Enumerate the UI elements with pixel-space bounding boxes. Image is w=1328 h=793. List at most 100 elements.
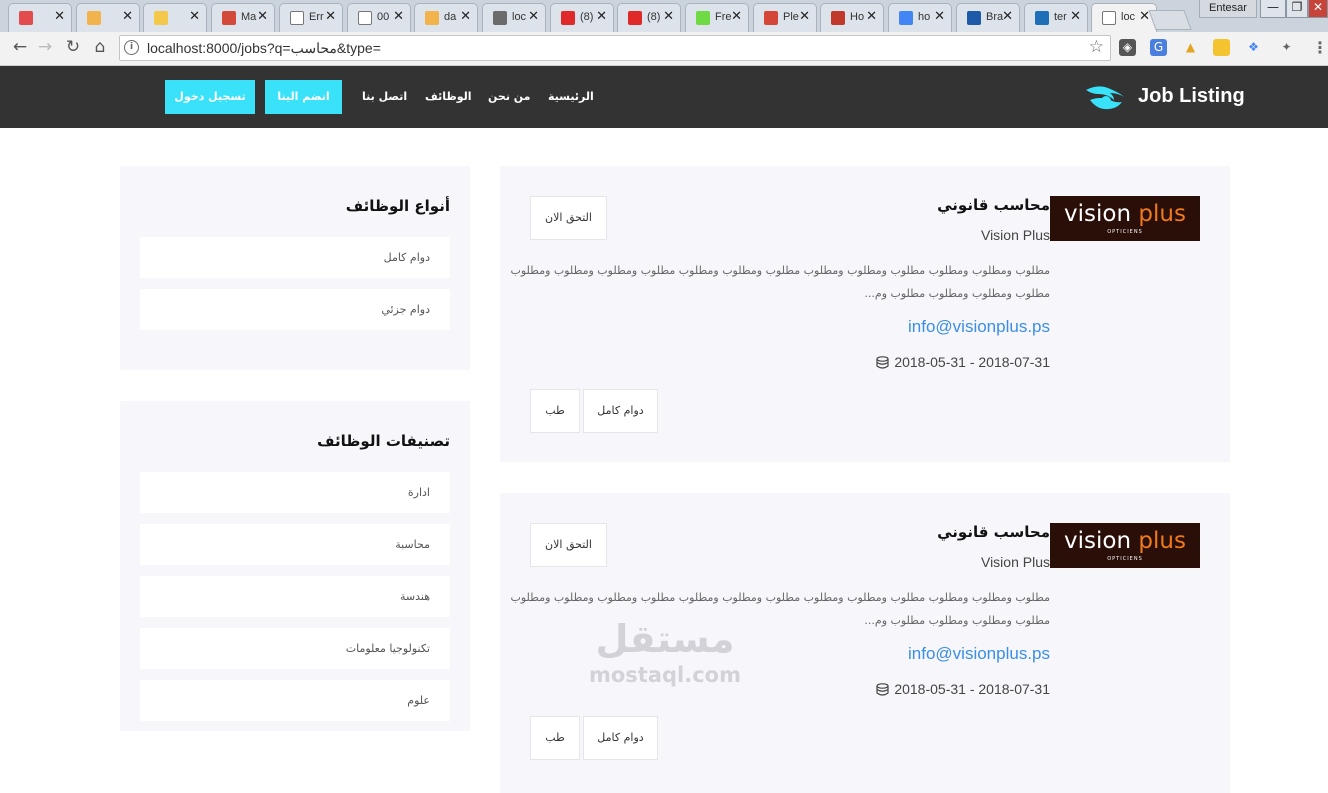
browser-tab[interactable]: ✕ — [143, 3, 207, 32]
browser-tab[interactable]: loc ✕ — [1091, 3, 1157, 32]
category-science[interactable]: علوم — [140, 680, 450, 721]
job-dates: 2018-05-31 - 2018-07-31 — [876, 354, 1050, 370]
browser-tab[interactable]: Err ✕ — [279, 3, 343, 32]
company-logo: vision plus OPTICIENS — [1050, 523, 1200, 568]
job-types-panel: أنواع الوظائف دوام كامل دوام جزئي — [120, 166, 470, 370]
notes-extension-icon[interactable] — [1213, 39, 1230, 56]
job-dates-text: 2018-05-31 - 2018-07-31 — [894, 681, 1050, 697]
browser-tab[interactable]: (8) ✕ — [550, 3, 614, 32]
job-tag-type[interactable]: دوام كامل — [583, 389, 658, 433]
back-button[interactable]: ← — [8, 35, 32, 59]
youtube-icon — [628, 11, 642, 25]
bootstrap-icon — [493, 11, 507, 25]
close-tab-icon[interactable]: ✕ — [257, 9, 268, 24]
login-button[interactable]: تسجيل دخول — [165, 80, 255, 114]
job-type-full-time[interactable]: دوام كامل — [140, 237, 450, 278]
brand-logo[interactable]: Job Listing — [1084, 82, 1254, 112]
job-title[interactable]: محاسب قانوني — [937, 523, 1050, 541]
company-name: Vision Plus — [980, 227, 1050, 243]
close-tab-icon[interactable]: ✕ — [1070, 9, 1081, 24]
nav-jobs[interactable]: الوظائف — [425, 90, 472, 103]
close-tab-icon[interactable]: ✕ — [122, 9, 133, 24]
close-tab-icon[interactable]: ✕ — [528, 9, 539, 24]
translate-extension-icon[interactable]: G — [1150, 39, 1167, 56]
close-tab-icon[interactable]: ✕ — [393, 9, 404, 24]
minimize-button[interactable]: — — [1260, 0, 1286, 18]
extension-shield-icon[interactable]: ◈ — [1119, 39, 1136, 56]
browser-tab[interactable]: ter ✕ — [1024, 3, 1088, 32]
job-tag-category[interactable]: طب — [530, 716, 580, 760]
close-tab-icon[interactable]: ✕ — [54, 9, 65, 24]
browser-tab[interactable]: da ✕ — [414, 3, 478, 32]
close-tab-icon[interactable]: ✕ — [596, 9, 607, 24]
company-email-link[interactable]: info@visionplus.ps — [908, 644, 1050, 664]
browser-tab[interactable]: ✕ — [76, 3, 140, 32]
nav-contact[interactable]: اتصل بنا — [362, 90, 407, 103]
browser-tab[interactable]: Bra ✕ — [956, 3, 1020, 32]
join-button[interactable]: انضم الينا — [265, 80, 342, 114]
job-type-part-time[interactable]: دوام جزئي — [140, 289, 450, 330]
apply-now-button[interactable]: التحق الان — [530, 196, 607, 240]
job-categories-panel: تصنيفات الوظائف ادارة محاسبة هندسة تكنول… — [120, 401, 470, 731]
browser-menu-icon[interactable]: ⋮ — [1312, 38, 1328, 57]
close-tab-icon[interactable]: ✕ — [189, 9, 200, 24]
profile-button[interactable]: Entesar — [1199, 0, 1257, 18]
browser-tab[interactable]: loc ✕ — [482, 3, 546, 32]
close-tab-icon[interactable]: ✕ — [866, 9, 877, 24]
google-icon — [899, 11, 913, 25]
database-icon — [876, 356, 889, 369]
new-tab-button[interactable] — [1148, 10, 1192, 30]
logo-word-vision: vision — [1064, 528, 1132, 554]
job-tag-type[interactable]: دوام كامل — [583, 716, 658, 760]
close-tab-icon[interactable]: ✕ — [799, 9, 810, 24]
browser-tab[interactable]: ho ✕ — [888, 3, 952, 32]
brand-swirl-icon — [1086, 86, 1124, 110]
category-engineering[interactable]: هندسة — [140, 576, 450, 617]
pma-icon — [425, 11, 439, 25]
browser-tab[interactable]: Ple ✕ — [753, 3, 817, 32]
bookmark-star-icon[interactable]: ☆ — [1089, 37, 1104, 57]
nav-home[interactable]: الرئيسية — [548, 90, 594, 103]
browser-tab[interactable]: Ma ✕ — [211, 3, 275, 32]
job-title[interactable]: محاسب قانوني — [937, 196, 1050, 214]
close-window-button[interactable]: ✕ — [1308, 0, 1328, 18]
address-bar[interactable]: i localhost:8000/jobs?q=محاسب&type= ☆ — [119, 35, 1111, 61]
company-email-link[interactable]: info@visionplus.ps — [908, 317, 1050, 337]
job-description: مطلوب ومطلوب ومطلوب مطلوب ومطلوب ومطلوب … — [510, 264, 1050, 300]
drive-extension-icon[interactable]: ▲ — [1182, 39, 1199, 56]
browser-tab-strip: ✕ ✕ ✕ Ma ✕ Err ✕ 00 ✕ da ✕ loc ✕ (8) ✕ (8) ✕ Fre ✕ Ple ✕ Ho ✕ h… — [0, 0, 1328, 32]
close-tab-icon[interactable]: ✕ — [325, 9, 336, 24]
company-logo: vision plus OPTICIENS — [1050, 196, 1200, 241]
job-card: vision plus OPTICIENS محاسب قانوني Visio… — [500, 166, 1230, 462]
browser-tab[interactable]: (8) ✕ — [617, 3, 681, 32]
category-management[interactable]: ادارة — [140, 472, 450, 513]
job-tag-category[interactable]: طب — [530, 389, 580, 433]
logo-word-plus: plus — [1138, 201, 1186, 227]
browser-tab[interactable]: Fre ✕ — [685, 3, 749, 32]
browser-tab[interactable]: Ho ✕ — [820, 3, 884, 32]
dropbox-extension-icon[interactable]: ✦ — [1278, 39, 1295, 56]
home-button[interactable]: ⌂ — [88, 35, 112, 59]
job-description: مطلوب ومطلوب ومطلوب مطلوب ومطلوب ومطلوب … — [510, 591, 1050, 627]
youtube-icon — [561, 11, 575, 25]
url-text[interactable]: localhost:8000/jobs?q=محاسب&type= — [147, 40, 381, 57]
swirl-icon — [222, 11, 236, 25]
apps-extension-icon[interactable]: ❖ — [1245, 39, 1262, 56]
close-tab-icon[interactable]: ✕ — [1002, 9, 1013, 24]
close-tab-icon[interactable]: ✕ — [731, 9, 742, 24]
close-tab-icon[interactable]: ✕ — [934, 9, 945, 24]
category-accounting[interactable]: محاسبة — [140, 524, 450, 565]
close-tab-icon[interactable]: ✕ — [663, 9, 674, 24]
site-info-icon[interactable]: i — [124, 40, 139, 55]
nav-about[interactable]: من نحن — [488, 90, 531, 103]
maximize-button[interactable]: ❐ — [1286, 0, 1308, 18]
browser-tab[interactable]: ✕ — [8, 3, 72, 32]
apply-now-button[interactable]: التحق الان — [530, 523, 607, 567]
close-tab-icon[interactable]: ✕ — [460, 9, 471, 24]
reload-button[interactable]: ↻ — [61, 35, 85, 59]
logo-word-plus: plus — [1138, 528, 1186, 554]
page-icon — [358, 11, 372, 25]
category-it[interactable]: تكنولوجيا معلومات — [140, 628, 450, 669]
forward-button[interactable]: → — [33, 35, 57, 59]
browser-tab[interactable]: 00 ✕ — [347, 3, 411, 32]
